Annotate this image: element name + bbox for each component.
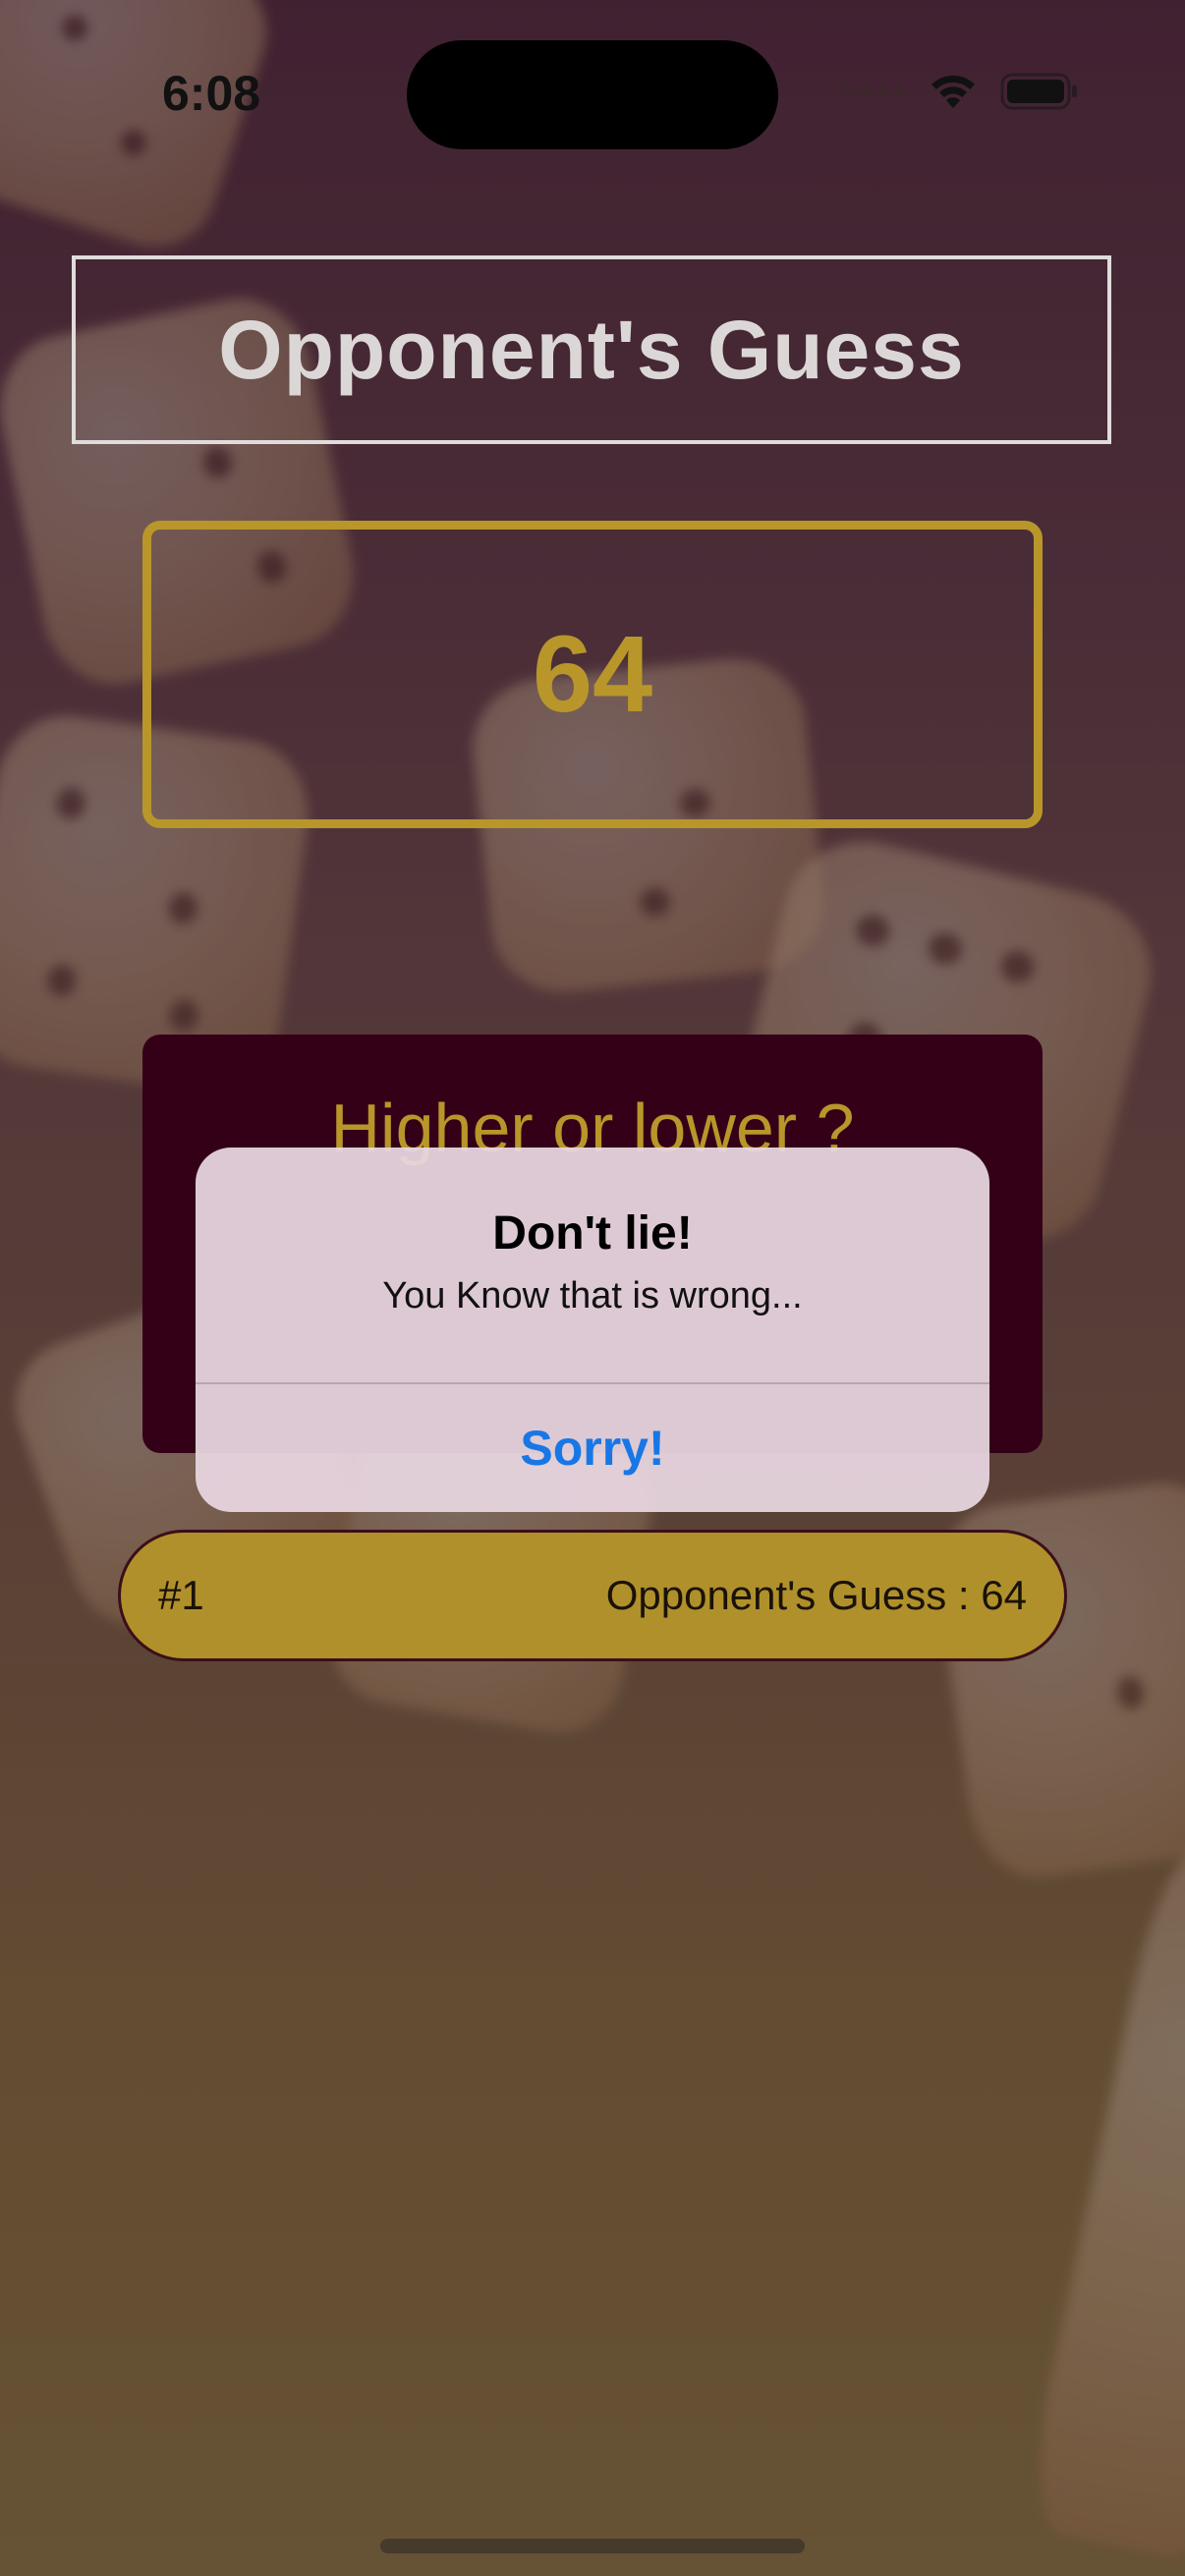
guess-log-round: #1 bbox=[158, 1572, 204, 1618]
title-box: Opponent's Guess bbox=[72, 255, 1111, 444]
battery-icon bbox=[1000, 73, 1077, 110]
page-title: Opponent's Guess bbox=[218, 303, 965, 396]
status-time: 6:08 bbox=[162, 66, 261, 121]
guess-log-label: Opponent's Guess : 64 bbox=[605, 1572, 1027, 1618]
cellular-signal-icon bbox=[843, 86, 906, 96]
alert-title: Don't lie! bbox=[492, 1207, 693, 1260]
status-icons bbox=[843, 73, 1079, 110]
alert-dialog: Don't lie! You Know that is wrong... Sor… bbox=[196, 1148, 989, 1512]
alert-message: You Know that is wrong... bbox=[382, 1275, 803, 1316]
current-guess-number: 64 bbox=[532, 614, 653, 735]
sorry-button[interactable]: Sorry! bbox=[196, 1384, 989, 1512]
guess-number-container: 64 bbox=[142, 521, 1043, 828]
dynamic-island bbox=[407, 40, 778, 149]
guess-log-item: #1 Opponent's Guess : 64 bbox=[118, 1530, 1067, 1661]
wifi-icon bbox=[931, 75, 975, 108]
home-indicator[interactable] bbox=[380, 2539, 805, 2553]
